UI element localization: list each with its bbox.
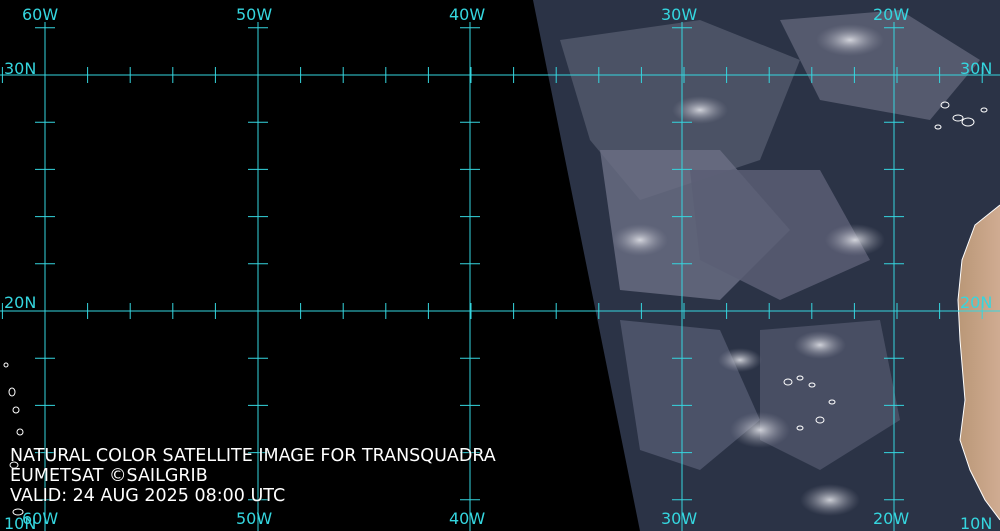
- lat-label-30n-left: 30N: [4, 59, 36, 78]
- lon-label-60w-top: 60W: [22, 5, 58, 24]
- lat-label-20n-left: 20N: [4, 293, 36, 312]
- lon-label-20w-top: 20W: [873, 5, 909, 24]
- caption-source: EUMETSAT ©SAILGRIB: [10, 466, 208, 486]
- lat-label-10n-left: 10N: [4, 514, 36, 531]
- lat-label-30n-right: 30N: [960, 59, 992, 78]
- satellite-map: 60W 50W 40W 30W 20W 60W 50W 40W 30W 20W …: [0, 0, 1000, 531]
- lon-label-30w-bottom: 30W: [661, 509, 697, 528]
- caption-valid-time: VALID: 24 AUG 2025 08:00 UTC: [10, 486, 286, 506]
- lat-label-10n-right: 10N: [960, 514, 992, 531]
- lon-label-50w-bottom: 50W: [236, 509, 272, 528]
- lon-label-40w-top: 40W: [449, 5, 485, 24]
- lon-label-40w-bottom: 40W: [449, 509, 485, 528]
- lon-label-50w-top: 50W: [236, 5, 272, 24]
- caption-title: NATURAL COLOR SATELLITE IMAGE FOR TRANSQ…: [10, 446, 496, 466]
- lat-label-20n-right: 20N: [960, 293, 992, 312]
- image-caption: NATURAL COLOR SATELLITE IMAGE FOR TRANSQ…: [10, 446, 496, 506]
- lon-label-20w-bottom: 20W: [873, 509, 909, 528]
- lon-label-30w-top: 30W: [661, 5, 697, 24]
